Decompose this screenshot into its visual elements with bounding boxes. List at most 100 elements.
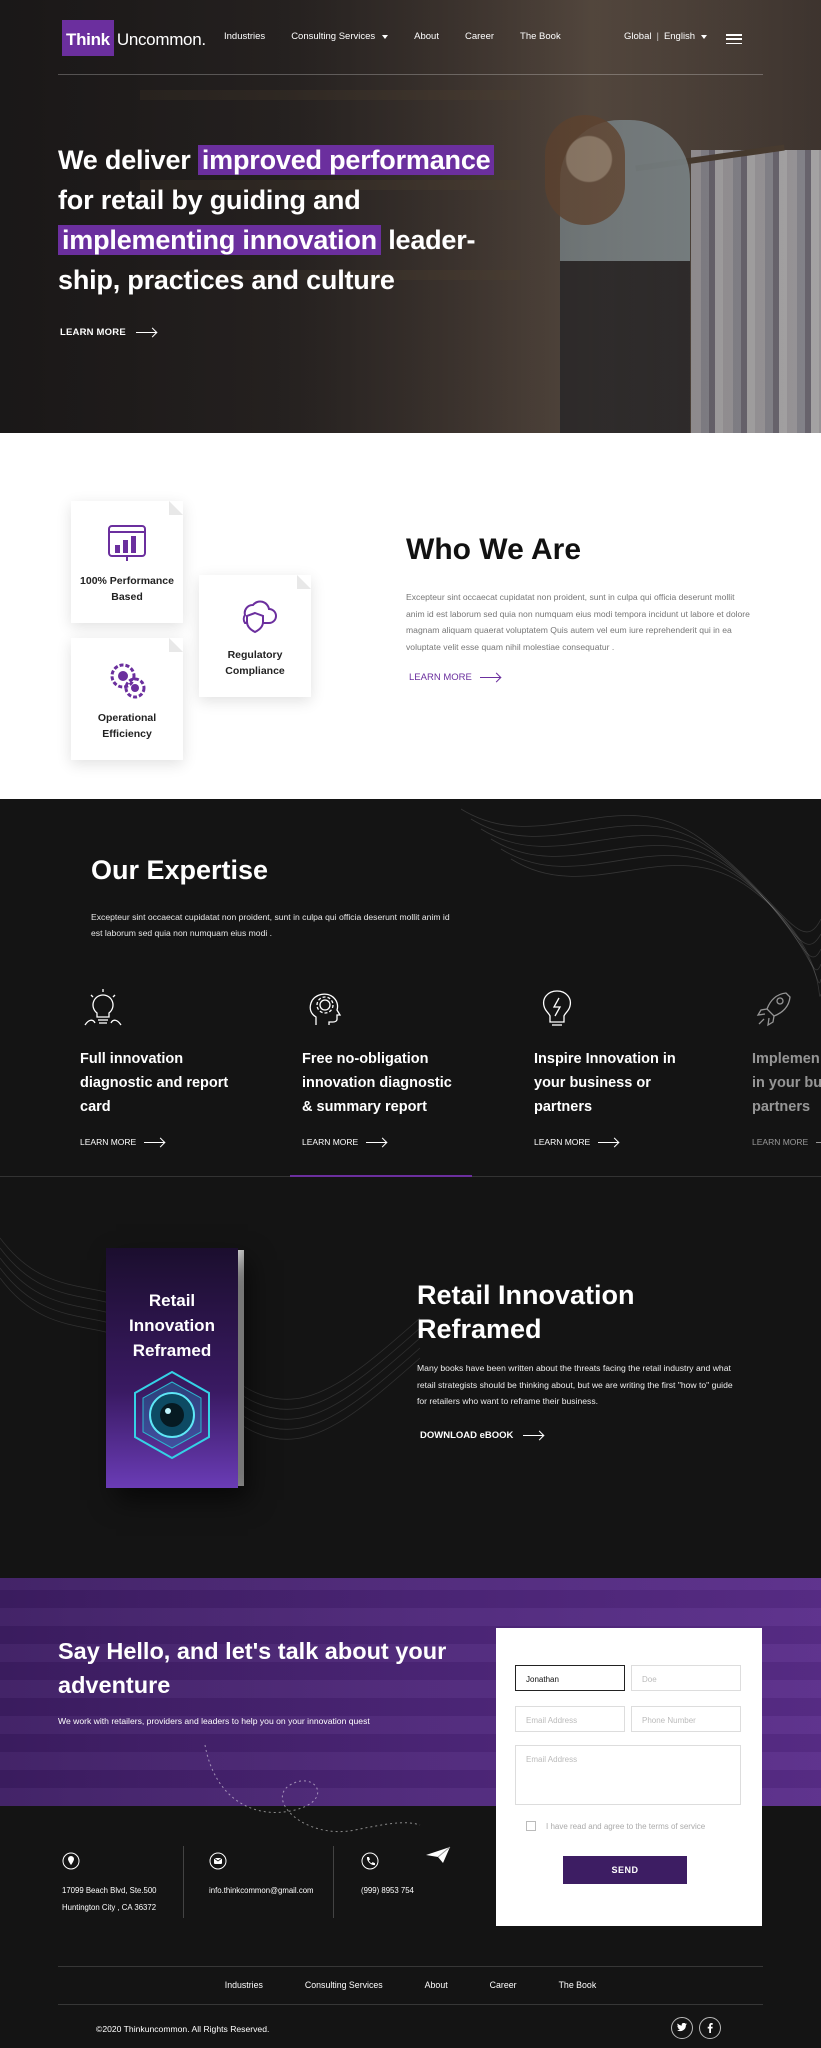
nav-consulting-services[interactable]: Consulting Services — [291, 31, 389, 42]
service-title-line: Inspire Innovation in — [534, 1051, 676, 1067]
shield-cloud-icon — [242, 600, 277, 634]
phone-link[interactable]: (999) 8953 754 — [361, 1882, 414, 1899]
contact-title: Say Hello, and let's talk about your adv… — [58, 1638, 447, 1698]
footer-link-career[interactable]: Career — [490, 1980, 517, 1990]
service-title-line: in your bu — [752, 1075, 821, 1091]
book-cover-line: Retail — [148, 1291, 196, 1310]
book-cover[interactable]: Retail Innovation Reframed — [106, 1248, 238, 1488]
nav-about[interactable]: About — [414, 31, 439, 42]
address-line: Huntington City , CA 36372 — [62, 1903, 157, 1912]
who-text: Excepteur sint occaecat cupidatat non pr… — [406, 592, 750, 652]
download-ebook-label: DOWNLOAD eBOOK — [420, 1430, 514, 1441]
last-name-input[interactable]: Doe — [631, 1665, 741, 1691]
chevron-down-icon — [701, 34, 708, 39]
chevron-down-icon — [382, 34, 389, 39]
service-learn-more-button[interactable]: LEARN MORE — [80, 1137, 280, 1147]
service-cta-label: LEARN MORE — [534, 1137, 591, 1147]
service-title: Implemen in your bu partners — [752, 1047, 821, 1119]
book-title-line: Reframed — [417, 1314, 542, 1344]
service-title-line: card — [80, 1099, 111, 1115]
send-button[interactable]: SEND — [563, 1856, 687, 1884]
book-section: Retail Innovation Reframed Retail Innova… — [0, 1178, 821, 1578]
brain-bulb-icon — [542, 990, 572, 1026]
nav-links: Industries Consulting Services About Car… — [224, 31, 561, 42]
footer-link-the-book[interactable]: The Book — [559, 1980, 597, 1990]
service-learn-more-button[interactable]: LEARN MORE — [302, 1137, 502, 1147]
expertise-section: Our Expertise Excepteur sint occaecat cu… — [0, 799, 821, 1178]
service-title-line: your business or — [534, 1075, 651, 1091]
hero-learn-more-button[interactable]: LEARN MORE — [60, 327, 156, 338]
language-selector[interactable]: Global | English — [624, 31, 708, 42]
checkbox-box[interactable] — [526, 1821, 536, 1831]
book-title: Retail Innovation Reframed — [417, 1278, 635, 1346]
service-title-line: Full innovation — [80, 1051, 184, 1067]
service-title-line: innovation diagnostic — [302, 1075, 452, 1091]
email-link[interactable]: info.thinkcommon@gmail.com — [209, 1882, 314, 1899]
service-learn-more-button[interactable]: LEARN MORE — [534, 1137, 734, 1147]
main-nav: Think Uncommon. Industries Consulting Se… — [58, 18, 770, 58]
footer-link-about[interactable]: About — [425, 1980, 448, 1990]
address-block: 17099 Beach Blvd, Ste.500 Huntington Cit… — [62, 1852, 157, 1916]
language-region: Global — [624, 31, 652, 42]
hero-line3-post: leader- — [380, 225, 476, 255]
lightbulb-icon — [84, 989, 122, 1026]
facebook-icon[interactable] — [699, 2017, 721, 2039]
who-learn-more-button[interactable]: LEARN MORE — [409, 672, 500, 683]
service-title: Free no-obligation innovation diagnostic &… — [302, 1047, 502, 1119]
download-ebook-button[interactable]: DOWNLOAD eBOOK — [420, 1430, 544, 1441]
footer-link-industries[interactable]: Industries — [225, 1980, 263, 1990]
gears-icon — [110, 663, 146, 699]
terms-checkbox[interactable]: I have read and agree to the terms of se… — [526, 1821, 705, 1831]
feature-card-operational: Operational Efficiency — [71, 638, 183, 760]
location-pin-icon — [62, 1852, 80, 1870]
email-block: info.thinkcommon@gmail.com — [209, 1852, 314, 1899]
email-icon — [209, 1852, 227, 1870]
service-title: Full innovation diagnostic and report card — [80, 1047, 280, 1119]
card-label: 100% Performance — [80, 575, 174, 587]
terms-label: I have read and agree to the terms of se… — [546, 1821, 706, 1831]
hero-line1-highlight: improved performance — [197, 145, 495, 175]
service-cta-label: LEARN MORE — [80, 1137, 137, 1147]
arrow-right-icon — [366, 1141, 387, 1143]
service-card[interactable]: Full innovation diagnostic and report card… — [80, 987, 280, 1147]
message-textarea[interactable]: Email Address — [515, 1745, 741, 1805]
first-name-input[interactable]: Jonathan — [515, 1665, 625, 1691]
head-gear-icon — [309, 993, 342, 1025]
service-learn-more-button[interactable]: LEARN MORE — [752, 1137, 821, 1147]
nav-career[interactable]: Career — [465, 31, 494, 42]
nav-the-book[interactable]: The Book — [520, 31, 561, 42]
book-title-line: Retail Innovation — [417, 1280, 635, 1310]
copyright: ©2020 Thinkuncommon. All Rights Reserved… — [96, 2024, 270, 2034]
book-text: Many books have been written about the t… — [417, 1363, 733, 1406]
card-label: Compliance — [225, 665, 285, 677]
expertise-title: Our Expertise — [91, 855, 269, 885]
footer-link-consulting-services[interactable]: Consulting Services — [305, 1980, 383, 1990]
service-title-line: partners — [534, 1099, 593, 1115]
nav-industries[interactable]: Industries — [224, 31, 265, 42]
service-card[interactable]: Free no-obligation innovation diagnostic &… — [302, 987, 502, 1147]
feature-card-performance: 100% Performance Based — [71, 501, 183, 623]
service-card[interactable]: Inspire Innovation in your business or par… — [534, 987, 734, 1147]
logo[interactable]: Think Uncommon. — [62, 18, 206, 58]
hero-line1-pre: We deliver — [58, 145, 198, 175]
card-label: Regulatory — [227, 649, 283, 661]
arrow-right-icon — [816, 1141, 821, 1143]
chart-icon — [108, 525, 146, 561]
service-title-line: Free no-obligation — [302, 1051, 429, 1067]
phone-input[interactable]: Phone Number — [631, 1706, 741, 1732]
arrow-right-icon — [135, 332, 156, 333]
info-divider — [333, 1846, 334, 1918]
expertise-slider-indicator[interactable] — [290, 1175, 472, 1177]
footer-divider — [58, 2004, 763, 2005]
who-cta-label: LEARN MORE — [409, 672, 472, 683]
twitter-icon[interactable] — [671, 2017, 693, 2039]
nav-divider — [58, 74, 763, 75]
expertise-text: Excepteur sint occaecat cupidatat non pr… — [91, 912, 450, 938]
dotted-path-decoration — [204, 1744, 421, 1833]
arrow-right-icon — [144, 1141, 165, 1143]
book-cover-line: Innovation — [129, 1316, 215, 1335]
hamburger-menu-icon[interactable] — [726, 34, 742, 44]
service-card[interactable]: Implemen in your bu partners LEARN MORE — [752, 987, 821, 1147]
email-input[interactable]: Email Address — [515, 1706, 625, 1732]
book-cover-line: Reframed — [132, 1341, 212, 1360]
